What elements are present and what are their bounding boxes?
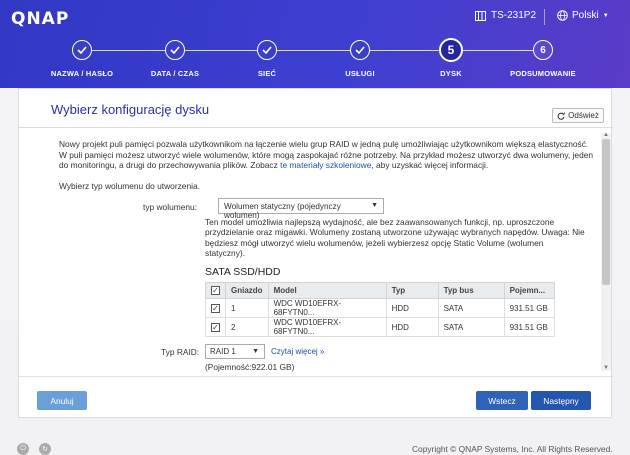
- next-button[interactable]: Następny: [531, 391, 591, 410]
- disk-table: ✓ Gniazdo Model Typ Typ bus Pojemn... ✓ …: [205, 282, 556, 337]
- intro-tail: , aby uzyskać więcej informacji.: [371, 160, 489, 170]
- footer-icons: ⏻ ↻: [17, 443, 51, 455]
- refresh-button[interactable]: Odśwież: [552, 108, 604, 123]
- choose-volume-type-text: Wybierz typ wolumenu do utworzenia.: [59, 181, 200, 191]
- table-row[interactable]: ✓ 1 WDC WD10EFRX-68FYTN0... HDD SATA 931…: [205, 298, 556, 318]
- sata-section-title: SATA SSD/HDD: [205, 266, 281, 278]
- raid-type-value: RAID 1: [210, 347, 236, 356]
- device-name: TS-231P2: [491, 10, 537, 21]
- qnap-logo: QNAP: [11, 9, 70, 29]
- globe-icon: [557, 10, 568, 21]
- col-header-capacity[interactable]: Pojemn...: [503, 282, 556, 299]
- cell-slot: 1: [225, 298, 269, 318]
- checkbox-checked-icon: ✓: [211, 322, 220, 332]
- chevron-down-icon: ▼: [252, 348, 259, 355]
- scroll-down-icon[interactable]: ▼: [603, 365, 609, 371]
- language-label: Polski: [572, 10, 599, 21]
- header-separator: [544, 9, 545, 25]
- table-row[interactable]: ✓ 2 WDC WD10EFRX-68FYTN0... HDD SATA 931…: [205, 317, 556, 337]
- cell-capacity: 931.51 GB: [503, 317, 556, 337]
- col-header-slot[interactable]: Gniazdo: [225, 282, 269, 299]
- chevron-down-icon: ▼: [371, 202, 378, 209]
- training-materials-link[interactable]: te materiały szkoleniowe: [280, 160, 371, 170]
- col-header-type[interactable]: Typ: [385, 282, 439, 299]
- content-scrollbar[interactable]: ▲ ▼: [601, 132, 611, 371]
- volume-type-description: Ten model umożliwia najlepszą wydajność,…: [205, 217, 585, 259]
- scroll-thumb[interactable]: [602, 139, 610, 285]
- divider: [19, 127, 613, 128]
- raid-capacity: (Pojemność:922.01 GB): [205, 362, 295, 372]
- disk-config-panel: Wybierz konfigurację dysku Odśwież Nowy …: [18, 88, 613, 418]
- col-header-model[interactable]: Model: [267, 282, 387, 299]
- step-number: 6: [533, 40, 553, 60]
- step-label: PODSUMOWANIE: [510, 69, 576, 78]
- step-number: 5: [439, 38, 463, 62]
- read-more-link[interactable]: Czytaj więcej »: [271, 347, 324, 356]
- cell-type: HDD: [385, 317, 439, 337]
- volume-type-select[interactable]: Wolumen statyczny (pojedynczy wolumen) ▼: [218, 198, 384, 220]
- scroll-up-icon[interactable]: ▲: [603, 132, 609, 138]
- checkbox-checked-icon: ✓: [211, 286, 220, 295]
- volume-type-label: typ wolumenu:: [143, 202, 197, 212]
- back-button[interactable]: Wstecz: [476, 391, 528, 410]
- power-icon[interactable]: ⏻: [17, 443, 29, 455]
- cell-capacity: 931.51 GB: [503, 298, 556, 318]
- language-selector[interactable]: Polski ▼: [557, 10, 609, 21]
- check-icon: [350, 40, 370, 60]
- raid-type-select[interactable]: RAID 1 ▼: [205, 344, 265, 359]
- wizard-header: QNAP TS-231P2 Polski ▼ NAZWA / HASŁO DAT…: [0, 0, 630, 88]
- cell-model: WDC WD10EFRX-68FYTN0...: [267, 317, 387, 337]
- help-icon[interactable]: ↻: [39, 443, 51, 455]
- cell-type: HDD: [385, 298, 439, 318]
- check-icon: [72, 40, 92, 60]
- disk-checkbox[interactable]: ✓: [205, 317, 226, 337]
- check-icon: [257, 40, 277, 60]
- copyright-text: Copyright © QNAP Systems, Inc. All Right…: [412, 444, 613, 454]
- step-summary: 6 PODSUMOWANIE: [483, 40, 603, 78]
- chevron-down-icon: ▼: [602, 12, 609, 19]
- cell-model: WDC WD10EFRX-68FYTN0...: [267, 298, 387, 318]
- device-info: TS-231P2: [475, 10, 536, 21]
- divider: [19, 376, 613, 377]
- col-header-bus[interactable]: Typ bus: [437, 282, 505, 299]
- page-title: Wybierz konfigurację dysku: [51, 102, 210, 117]
- cancel-button[interactable]: Anuluj: [37, 391, 87, 410]
- refresh-label: Odśwież: [568, 111, 599, 120]
- check-icon: [165, 40, 185, 60]
- intro-text: Nowy projekt puli pamięci pozwala użytko…: [59, 139, 594, 171]
- checkbox-checked-icon: ✓: [211, 303, 220, 313]
- nas-device-icon: [475, 10, 486, 21]
- refresh-icon: [557, 111, 566, 120]
- cell-slot: 2: [225, 317, 269, 337]
- table-header-row: ✓ Gniazdo Model Typ Typ bus Pojemn...: [205, 282, 556, 299]
- cell-bus: SATA: [437, 298, 505, 318]
- disk-checkbox[interactable]: ✓: [205, 298, 226, 318]
- select-all-checkbox[interactable]: ✓: [205, 282, 226, 299]
- cell-bus: SATA: [437, 317, 505, 337]
- raid-type-label: Typ RAID:: [161, 347, 200, 357]
